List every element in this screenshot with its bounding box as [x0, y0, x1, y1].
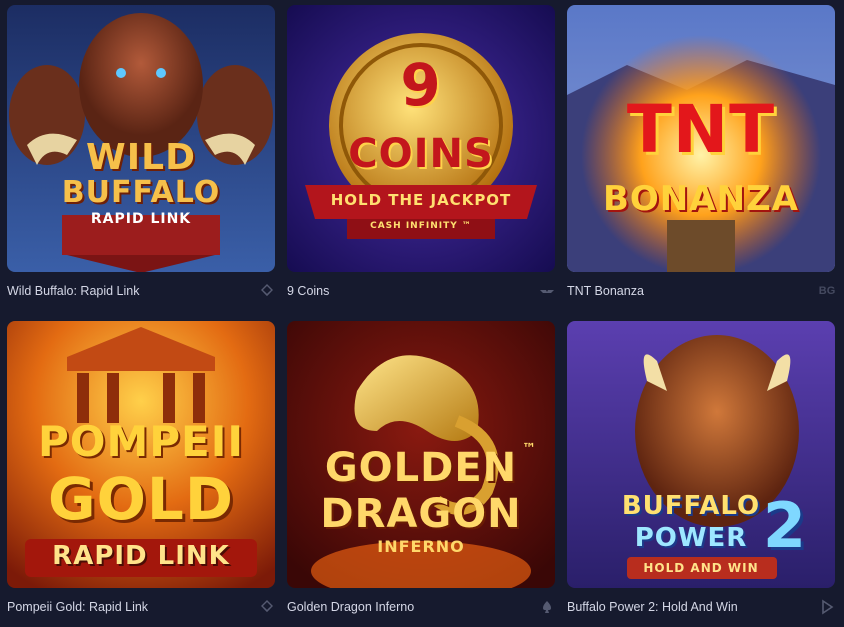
logo-sub: HOLD AND WIN: [643, 561, 759, 575]
game-card-buffalo-power-2[interactable]: BUFFALO POWER 2 HOLD AND WIN Buffalo Pow…: [567, 321, 835, 618]
logo-sub: INFERNO: [377, 537, 465, 556]
game-title[interactable]: TNT Bonanza: [567, 284, 644, 298]
game-title[interactable]: 9 Coins: [287, 284, 329, 298]
game-title[interactable]: Pompeii Gold: Rapid Link: [7, 600, 148, 614]
logo-line2: DRAGON: [320, 491, 522, 537]
game-thumbnail[interactable]: TNT BONANZA: [567, 5, 835, 272]
logo-sub: RAPID LINK: [52, 541, 230, 571]
logo-sub: RAPID LINK: [90, 211, 192, 227]
game-card-pompeii-gold[interactable]: POMPEII GOLD RAPID LINK Pompeii Gold: Ra…: [7, 321, 275, 618]
logo-line2: BUFFALO: [61, 175, 221, 210]
game-card-tnt-bonanza[interactable]: TNT BONANZA TNT Bonanza BG: [567, 5, 835, 302]
logo-line2: GOLD: [47, 465, 234, 533]
stacked-diamond-icon: [259, 283, 275, 299]
logo-sub2: CASH INFINITY ™: [370, 221, 472, 231]
game-card-9-coins[interactable]: 9 COINS HOLD THE JACKPOT CASH INFINITY ™…: [287, 5, 555, 302]
game-thumbnail[interactable]: BUFFALO POWER 2 HOLD AND WIN: [567, 321, 835, 588]
game-title[interactable]: Buffalo Power 2: Hold And Win: [567, 600, 738, 614]
game-card-wild-buffalo[interactable]: WILD BUFFALO RAPID LINK Wild Buffalo: Ra…: [7, 5, 275, 302]
logo-line1: GOLDEN: [324, 445, 518, 491]
wings-icon: [539, 283, 555, 299]
game-title[interactable]: Wild Buffalo: Rapid Link: [7, 284, 139, 298]
logo-line2: BONANZA: [602, 179, 799, 219]
game-card-golden-dragon-inferno[interactable]: GOLDEN DRAGON INFERNO ™ Golden Dragon In…: [287, 321, 555, 618]
logo-sub: HOLD THE JACKPOT: [330, 191, 512, 209]
logo-line1: TNT: [626, 91, 776, 168]
game-thumbnail[interactable]: GOLDEN DRAGON INFERNO ™: [287, 321, 555, 588]
game-thumbnail[interactable]: WILD BUFFALO RAPID LINK: [7, 5, 275, 272]
logo-line1: WILD: [86, 137, 196, 178]
play-icon: [819, 599, 835, 615]
stacked-diamond-icon: [259, 599, 275, 615]
provider-badge: BG: [818, 285, 836, 297]
logo-line1: POMPEII: [37, 417, 244, 466]
logo-line1: 9: [400, 51, 442, 119]
game-thumbnail[interactable]: POMPEII GOLD RAPID LINK: [7, 321, 275, 588]
game-grid: WILD BUFFALO RAPID LINK Wild Buffalo: Ra…: [0, 0, 844, 627]
game-title[interactable]: Golden Dragon Inferno: [287, 600, 414, 614]
game-thumbnail[interactable]: 9 COINS HOLD THE JACKPOT CASH INFINITY ™: [287, 5, 555, 272]
logo-line2: COINS: [348, 131, 494, 177]
logo-number: 2: [762, 489, 807, 562]
trademark-mark: ™: [522, 441, 537, 457]
spade-icon: [539, 599, 555, 615]
